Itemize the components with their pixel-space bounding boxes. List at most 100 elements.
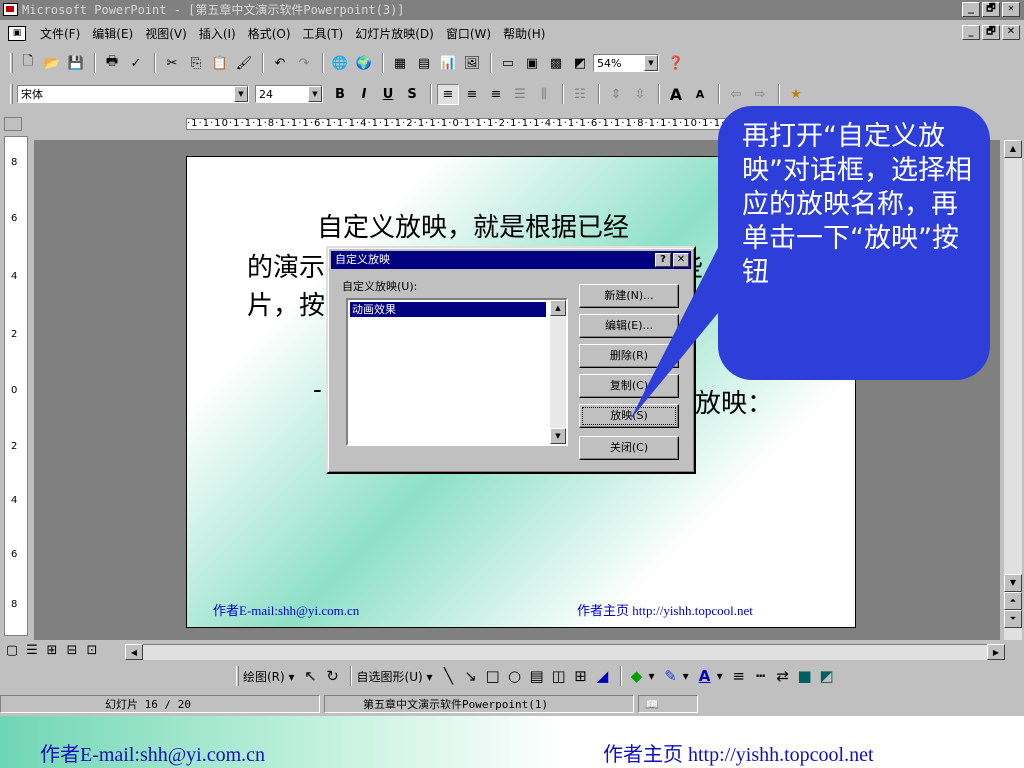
open-folder-icon[interactable]: 📂 — [41, 53, 63, 74]
slide-text-line2[interactable]: 的演示 — [247, 247, 325, 284]
cut-icon[interactable]: ✂ — [161, 53, 183, 74]
menu-file[interactable]: 文件(F) — [34, 25, 86, 42]
line-color-arrow[interactable]: ▾ — [683, 669, 689, 683]
vertical-ruler[interactable]: 8 6 4 2 0 2 4 6 8 — [4, 136, 28, 636]
toolbar-grip[interactable] — [10, 53, 13, 73]
slide-sorter-icon[interactable]: ⊞ — [42, 643, 62, 659]
print-icon[interactable]: 🖶 — [101, 53, 123, 74]
vertical-scrollbar[interactable]: ▲ ▼ ⏶ ⏷ — [1004, 140, 1022, 640]
office-assistant-icon[interactable]: ❓ — [665, 53, 687, 74]
menu-view[interactable]: 视图(V) — [139, 25, 193, 42]
animation-effects-icon[interactable]: ★ — [785, 84, 807, 105]
select-objects-icon[interactable]: ↖ — [301, 667, 321, 685]
slide-layout-icon[interactable]: ▣ — [521, 53, 543, 74]
font-color-icon[interactable]: A — [695, 667, 715, 685]
menu-edit[interactable]: 编辑(E) — [86, 25, 139, 42]
chevron-down-icon[interactable]: ▼ — [234, 86, 248, 102]
menu-window[interactable]: 窗口(W) — [440, 25, 497, 42]
fill-color-icon[interactable]: ◆ — [627, 667, 647, 685]
line-color-icon[interactable]: ✎ — [661, 667, 681, 685]
custom-show-list[interactable]: 动画效果 ▲ ▼ — [346, 298, 568, 446]
restore-button[interactable]: 🗗 — [982, 2, 1000, 17]
slide-text-line3[interactable]: 片，按 — [247, 285, 325, 322]
free-rotate-icon[interactable]: ↻ — [323, 667, 343, 685]
scroll-down-icon[interactable]: ▼ — [1004, 574, 1022, 592]
draw-menu-button[interactable]: 绘图(R) ▾ — [243, 668, 295, 685]
shadow-icon[interactable]: ■ — [795, 667, 815, 685]
document-icon[interactable]: ▣ — [8, 25, 26, 41]
menu-help[interactable]: 帮助(H) — [497, 25, 551, 42]
new-slide-icon[interactable]: ▭ — [497, 53, 519, 74]
scroll-up-icon[interactable]: ▲ — [1004, 140, 1022, 158]
arrow-icon[interactable]: ↘ — [461, 667, 481, 685]
underline-button[interactable]: U — [377, 84, 399, 105]
decrease-spacing-icon[interactable]: ⇳ — [629, 84, 651, 105]
previous-slide-icon[interactable]: ⏶ — [1004, 592, 1022, 610]
font-select[interactable]: 宋体 ▼ — [17, 85, 249, 103]
bullets-icon[interactable]: ☷ — [569, 84, 591, 105]
doc-minimize-button[interactable]: _ — [962, 25, 980, 40]
insert-table-icon[interactable]: ▦ — [389, 53, 411, 74]
fill-color-arrow[interactable]: ▾ — [649, 669, 655, 683]
doc-close-button[interactable]: ✕ — [1002, 25, 1020, 40]
textbox-icon[interactable]: ▤ — [527, 667, 547, 685]
arrow-style-icon[interactable]: ⇄ — [773, 667, 793, 685]
font-color-arrow[interactable]: ▾ — [717, 669, 723, 683]
increase-font-icon[interactable]: A — [665, 84, 687, 105]
list-item[interactable]: 动画效果 — [350, 302, 546, 317]
close-button[interactable]: ✕ — [1002, 2, 1020, 17]
font-size-select[interactable]: 24 ▼ — [255, 85, 323, 103]
insert-clipart-icon[interactable]: ⊞ — [571, 667, 591, 685]
hyperlink-icon[interactable]: 🌐 — [329, 53, 351, 74]
scroll-left-icon[interactable]: ◀ — [125, 644, 143, 660]
paste-icon[interactable]: 📋 — [209, 53, 231, 74]
justify-icon[interactable]: ☰ — [509, 84, 531, 105]
bold-button[interactable]: B — [329, 84, 351, 105]
menu-slideshow[interactable]: 幻灯片放映(D) — [349, 25, 440, 42]
toolbar-grip[interactable] — [10, 84, 13, 104]
toolbar-grip[interactable] — [236, 666, 239, 686]
new-file-icon[interactable]: 🗋 — [17, 53, 39, 74]
align-right-icon[interactable]: ≡ — [485, 84, 507, 105]
demote-icon[interactable]: ⇨ — [749, 84, 771, 105]
zoom-select[interactable]: 54% ▼ — [593, 54, 659, 72]
list-scrollbar[interactable]: ▲ ▼ — [550, 300, 566, 444]
next-slide-icon[interactable]: ⏷ — [1004, 610, 1022, 628]
shape-flip-icon[interactable]: ◢ — [593, 667, 613, 685]
menu-format[interactable]: 格式(O) — [242, 25, 297, 42]
align-left-icon[interactable]: ≡ — [437, 83, 459, 105]
menu-tools[interactable]: 工具(T) — [297, 25, 350, 42]
redo-icon[interactable]: ↷ — [293, 53, 315, 74]
shadow-button[interactable]: S — [401, 84, 423, 105]
save-icon[interactable]: 💾 — [65, 53, 87, 74]
chevron-down-icon[interactable]: ▼ — [644, 55, 658, 71]
undo-icon[interactable]: ↶ — [269, 53, 291, 74]
web-toolbar-icon[interactable]: 🌍 — [353, 53, 375, 74]
doc-restore-button[interactable]: 🗗 — [982, 25, 1000, 40]
apply-design-icon[interactable]: ▩ — [545, 53, 567, 74]
menu-insert[interactable]: 插入(I) — [193, 25, 242, 42]
format-painter-icon[interactable]: 🖌 — [233, 53, 255, 74]
close-dialog-button[interactable]: 关闭(C) — [579, 436, 679, 460]
notes-view-icon[interactable]: ⊟ — [62, 643, 82, 659]
copy-icon[interactable]: ⎘ — [185, 53, 207, 74]
italic-button[interactable]: I — [353, 84, 375, 105]
line-style-icon[interactable]: ≡ — [729, 667, 749, 685]
slide-text-line1[interactable]: 自定义放映，就是根据已经 — [317, 207, 629, 244]
normal-view-icon[interactable]: ▢ — [2, 643, 22, 659]
autoshapes-menu-button[interactable]: 自选图形(U) ▾ — [357, 668, 433, 685]
insert-chart-icon[interactable]: 📊 — [437, 53, 459, 74]
powerpoint-app-icon[interactable] — [3, 3, 18, 16]
oval-icon[interactable]: ○ — [505, 667, 525, 685]
scroll-up-icon[interactable]: ▲ — [550, 300, 566, 316]
slideshow-view-icon[interactable]: ⊡ — [82, 643, 102, 659]
horizontal-scrollbar[interactable]: ◀ ▶ — [125, 644, 1005, 660]
insert-word-table-icon[interactable]: ▤ — [413, 53, 435, 74]
align-center-icon[interactable]: ≡ — [461, 84, 483, 105]
increase-spacing-icon[interactable]: ⇕ — [605, 84, 627, 105]
chevron-down-icon[interactable]: ▼ — [308, 86, 322, 102]
insert-clipart-icon[interactable]: 🖼 — [461, 53, 483, 74]
3d-icon[interactable]: ◩ — [817, 667, 837, 685]
scroll-right-icon[interactable]: ▶ — [987, 644, 1005, 660]
wordart-icon[interactable]: ◫ — [549, 667, 569, 685]
